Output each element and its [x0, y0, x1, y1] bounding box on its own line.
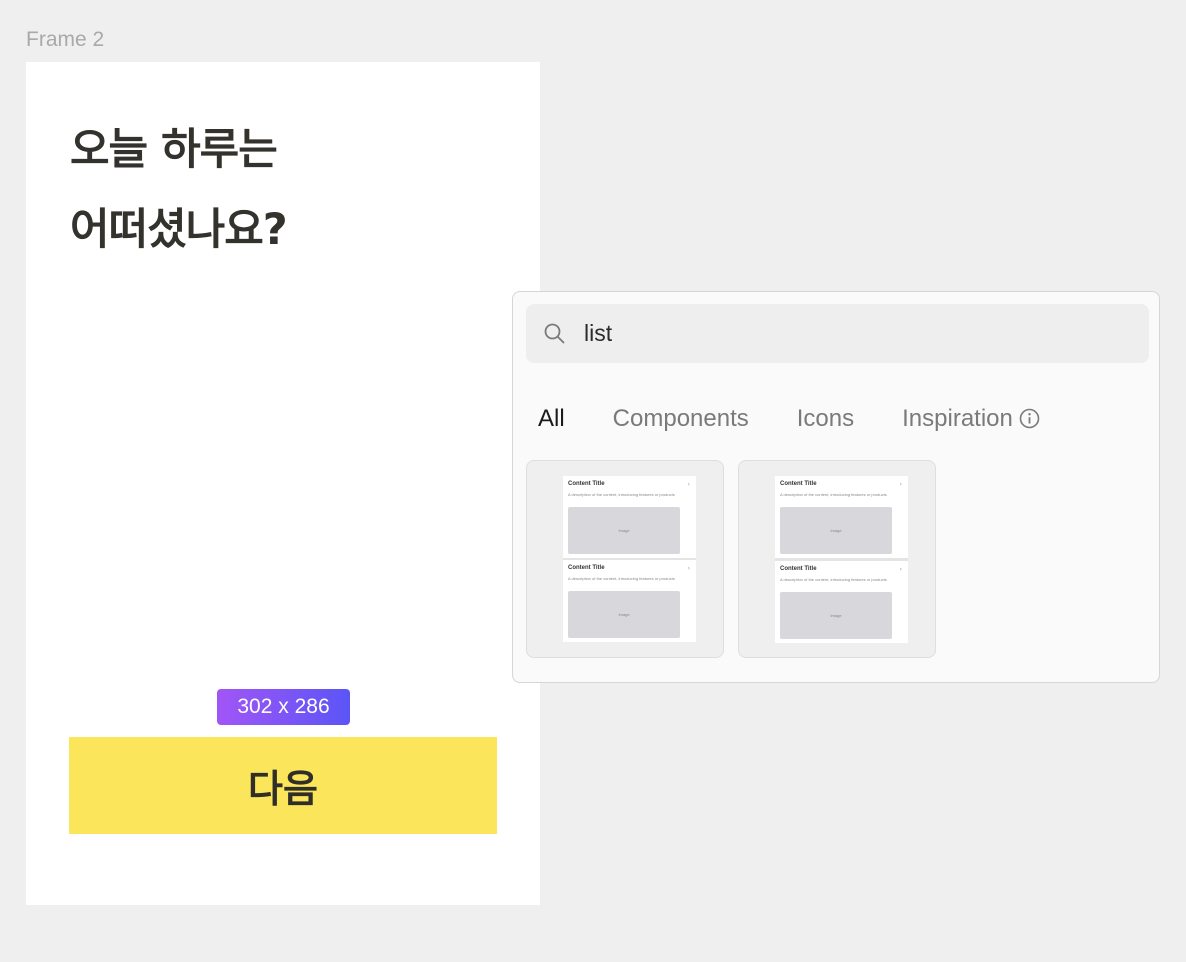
- list-item: Content Title › A description of the con…: [775, 561, 908, 643]
- item-title: Content Title: [780, 566, 817, 572]
- item-description: A description of the content, introducin…: [780, 577, 887, 582]
- size-badge: 302 x 286: [217, 689, 350, 725]
- item-description: A description of the content, introducin…: [780, 492, 887, 497]
- result-card-2[interactable]: Content Title › A description of the con…: [738, 460, 936, 658]
- info-icon[interactable]: [1019, 408, 1040, 429]
- title-line-2: 어떠셨나요?: [70, 205, 288, 255]
- dashed-outline: [80, 290, 486, 676]
- page-title: 오늘 하루는 어떠셨나요?: [70, 110, 288, 270]
- mobile-frame: 오늘 하루는 어떠셨나요? 302 x 286 다음: [26, 62, 540, 905]
- tab-bar: All Components Icons Inspiration: [538, 402, 1088, 436]
- item-image: Image: [568, 591, 680, 638]
- result-card-1[interactable]: Content Title › A description of the con…: [526, 460, 724, 658]
- item-title: Content Title: [568, 565, 605, 571]
- item-image: Image: [780, 507, 892, 554]
- tab-icons[interactable]: Icons: [797, 405, 854, 433]
- item-image: Image: [568, 507, 680, 554]
- item-image: Image: [780, 592, 892, 639]
- drop-placeholder[interactable]: [80, 290, 486, 676]
- next-button[interactable]: 다음: [69, 737, 497, 834]
- list-item: Content Title › A description of the con…: [775, 476, 908, 558]
- chevron-right-icon: ›: [899, 481, 902, 488]
- tab-components[interactable]: Components: [613, 405, 749, 433]
- title-line-1: 오늘 하루는: [70, 125, 278, 175]
- tab-all[interactable]: All: [538, 405, 565, 433]
- list-item: Content Title › A description of the con…: [563, 476, 696, 558]
- chevron-right-icon: ›: [899, 566, 902, 573]
- frame-label[interactable]: Frame 2: [26, 28, 104, 52]
- search-panel: All Components Icons Inspiration Content…: [512, 291, 1160, 683]
- item-description: A description of the content, introducin…: [568, 492, 675, 497]
- item-title: Content Title: [568, 481, 605, 487]
- item-title: Content Title: [780, 481, 817, 487]
- chevron-right-icon: ›: [687, 481, 690, 488]
- list-item: Content Title › A description of the con…: [563, 560, 696, 642]
- list-thumbnail: Content Title › A description of the con…: [563, 476, 696, 642]
- list-thumbnail: Content Title › A description of the con…: [775, 476, 908, 643]
- search-bar[interactable]: [526, 304, 1149, 363]
- chevron-right-icon: ›: [687, 565, 690, 572]
- search-icon: [544, 323, 565, 344]
- tab-inspiration-label: Inspiration: [902, 405, 1013, 432]
- search-input[interactable]: [584, 304, 1124, 363]
- item-description: A description of the content, introducin…: [568, 576, 675, 581]
- tab-inspiration[interactable]: Inspiration: [902, 405, 1040, 433]
